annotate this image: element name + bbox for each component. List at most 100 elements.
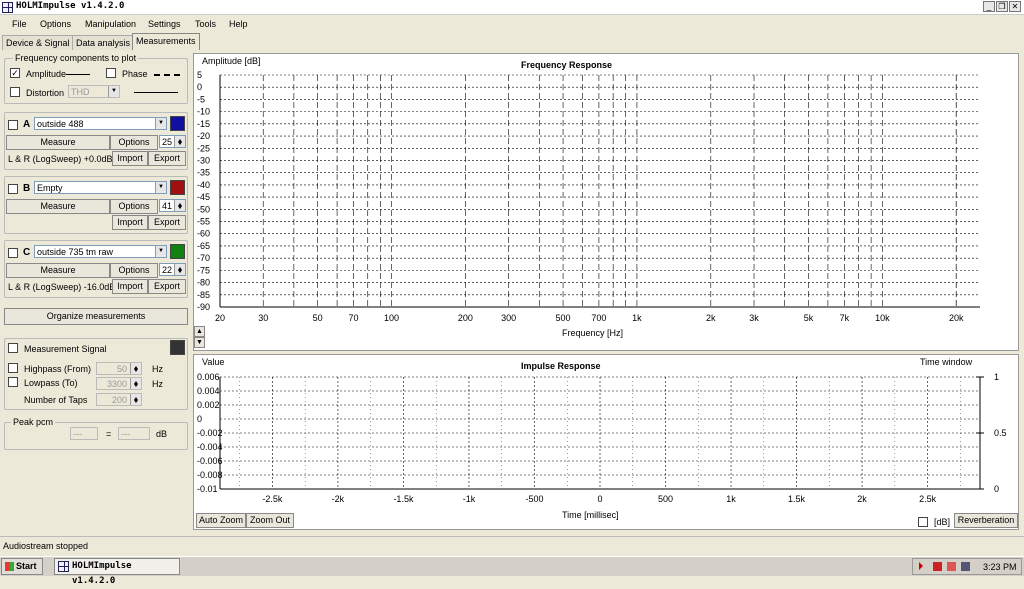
time-window-tick-label: 1 — [994, 372, 999, 382]
close-button[interactable]: ✕ — [1009, 1, 1021, 12]
tray-arrow-icon[interactable] — [919, 562, 923, 570]
menu-settings[interactable]: Settings — [148, 19, 181, 29]
measurement-c-export-button[interactable]: Export — [148, 279, 186, 294]
highpass-unit: Hz — [152, 364, 163, 374]
taskbar-app-label: HOLMImpulse v1.4.2.0 — [72, 561, 132, 586]
impulse-xtick-label: 1.5k — [788, 494, 806, 504]
impulse-xlabel: Time [millisec] — [562, 510, 619, 520]
auto-zoom-button[interactable]: Auto Zoom — [196, 513, 246, 528]
phase-checkbox[interactable] — [106, 68, 116, 78]
measurement-signal-color[interactable] — [170, 340, 185, 355]
measurement-c-color[interactable] — [170, 244, 185, 259]
chevron-down-icon: ▼ — [155, 118, 166, 129]
spinner-arrows-icon[interactable] — [174, 264, 185, 275]
freq-xtick-label: 200 — [458, 313, 473, 323]
measurement-a-checkbox[interactable] — [8, 120, 18, 130]
measurement-b-options-button[interactable]: Options — [110, 199, 158, 214]
freq-ytick-label: -5 — [197, 94, 205, 104]
minimize-button[interactable]: _ — [983, 1, 995, 12]
measurement-a-spin-value: 25 — [162, 137, 173, 147]
tab-device-signal[interactable]: Device & Signal — [2, 35, 74, 50]
measurement-a-import-button[interactable]: Import — [112, 151, 148, 166]
title-bar: HOLMImpulse v1.4.2.0 _ ❐ ✕ — [0, 0, 1024, 15]
impulse-ytick-label: 0 — [197, 414, 202, 424]
distortion-checkbox[interactable] — [10, 87, 20, 97]
menu-options[interactable]: Options — [40, 19, 71, 29]
reverberation-button[interactable]: Reverberation — [954, 513, 1018, 528]
peak-left-value: --- — [73, 429, 82, 439]
clock: 3:23 PM — [983, 562, 1017, 572]
start-button[interactable]: Start — [1, 558, 43, 575]
impulse-response-chart[interactable]: 0.006 0.004 0.002 0 -0.002 -0.004 -0.006 -0.008… — [194, 355, 1018, 529]
menu-tools[interactable]: Tools — [195, 19, 216, 29]
freq-xtick-label: 30 — [258, 313, 268, 323]
measurement-a-export-button[interactable]: Export — [148, 151, 186, 166]
measurement-b-measure-button[interactable]: Measure — [6, 199, 110, 214]
impulse-ytick-label: 0.002 — [197, 400, 220, 410]
measurement-b-import-button[interactable]: Import — [112, 215, 148, 230]
measurement-a-color[interactable] — [170, 116, 185, 131]
impulse-ytick-label: 0.004 — [197, 386, 220, 396]
measurement-a-spinner[interactable]: 25 — [159, 135, 186, 148]
measurement-signal-checkbox[interactable] — [8, 343, 18, 353]
distortion-label: Distortion — [26, 88, 65, 98]
freq-ytick-label: -70 — [197, 253, 210, 263]
freq-ytick-label: -45 — [197, 192, 210, 202]
spinner-arrows-icon[interactable] — [130, 394, 141, 405]
peak-pcm-legend: Peak pcm — [11, 417, 56, 427]
measurement-c-measure-button[interactable]: Measure — [6, 263, 110, 278]
impulse-xtick-label: 500 — [658, 494, 673, 504]
scroll-up-arrow-icon[interactable]: ▲ — [194, 326, 205, 337]
measurement-b-checkbox[interactable] — [8, 184, 18, 194]
measurement-c-import-button[interactable]: Import — [112, 279, 148, 294]
freq-xtick-label: 70 — [349, 313, 359, 323]
highpass-spinner[interactable]: 50 — [96, 362, 142, 375]
freq-ytick-label: -15 — [197, 119, 210, 129]
organize-measurements-button[interactable]: Organize measurements — [4, 308, 188, 325]
taps-spinner[interactable]: 200 — [96, 393, 142, 406]
freq-ytick-label: -90 — [197, 302, 210, 312]
measurement-b-spinner[interactable]: 41 — [159, 199, 186, 212]
security-icon[interactable] — [947, 562, 956, 571]
spinner-arrows-icon[interactable] — [130, 363, 141, 374]
tab-measurements[interactable]: Measurements — [132, 33, 200, 50]
freq-ytick-label: -10 — [197, 107, 210, 117]
highpass-checkbox[interactable] — [8, 363, 18, 373]
app-icon — [2, 2, 13, 13]
tab-data-analysis[interactable]: Data analysis — [72, 35, 135, 50]
spinner-arrows-icon[interactable] — [130, 378, 141, 389]
menu-manipulation[interactable]: Manipulation — [85, 19, 136, 29]
lowpass-checkbox[interactable] — [8, 377, 18, 387]
spinner-arrows-icon[interactable] — [174, 136, 185, 147]
measurement-a-select[interactable]: outside 488 ▼ — [34, 117, 167, 130]
scroll-down-arrow-icon[interactable]: ▼ — [194, 337, 205, 348]
measurement-c-spinner[interactable]: 22 — [159, 263, 186, 276]
measurement-c-options-button[interactable]: Options — [110, 263, 158, 278]
measurement-a-measure-button[interactable]: Measure — [6, 135, 110, 150]
taskbar-app-item[interactable]: HOLMImpulse v1.4.2.0 — [54, 558, 180, 586]
measurement-b-export-button[interactable]: Export — [148, 215, 186, 230]
menu-help[interactable]: Help — [229, 19, 248, 29]
zoom-out-button[interactable]: Zoom Out — [246, 513, 294, 528]
menu-file[interactable]: File — [12, 19, 27, 29]
volume-icon[interactable] — [961, 562, 970, 571]
frequency-response-chart[interactable]: 50-5-10-15-20-25-30-35-40-45-50-55-60-65… — [194, 54, 1018, 350]
measurement-a-options-button[interactable]: Options — [110, 135, 158, 150]
impulse-ytick-label: 0.006 — [197, 372, 220, 382]
amplitude-checkbox[interactable]: ✓ — [10, 68, 20, 78]
spinner-arrows-icon[interactable] — [174, 200, 185, 211]
restore-button[interactable]: ❐ — [996, 1, 1008, 12]
distortion-select[interactable]: THD ▼ — [68, 85, 120, 98]
chevron-down-icon: ▼ — [108, 86, 119, 97]
measurement-a-info: L & R (LogSweep) +0.0dB — [8, 154, 113, 164]
distortion-select-value: THD — [71, 87, 90, 97]
lowpass-spinner[interactable]: 3300 — [96, 377, 142, 390]
freq-components-legend: Frequency components to plot — [13, 53, 139, 63]
freq-xtick-label: 7k — [840, 313, 850, 323]
measurement-b-color[interactable] — [170, 180, 185, 195]
measurement-c-checkbox[interactable] — [8, 248, 18, 258]
measurement-c-select[interactable]: outside 735 tm raw ▼ — [34, 245, 167, 258]
measurement-b-select[interactable]: Empty ▼ — [34, 181, 167, 194]
db-checkbox[interactable] — [918, 517, 928, 527]
pdf-icon[interactable] — [933, 562, 942, 571]
